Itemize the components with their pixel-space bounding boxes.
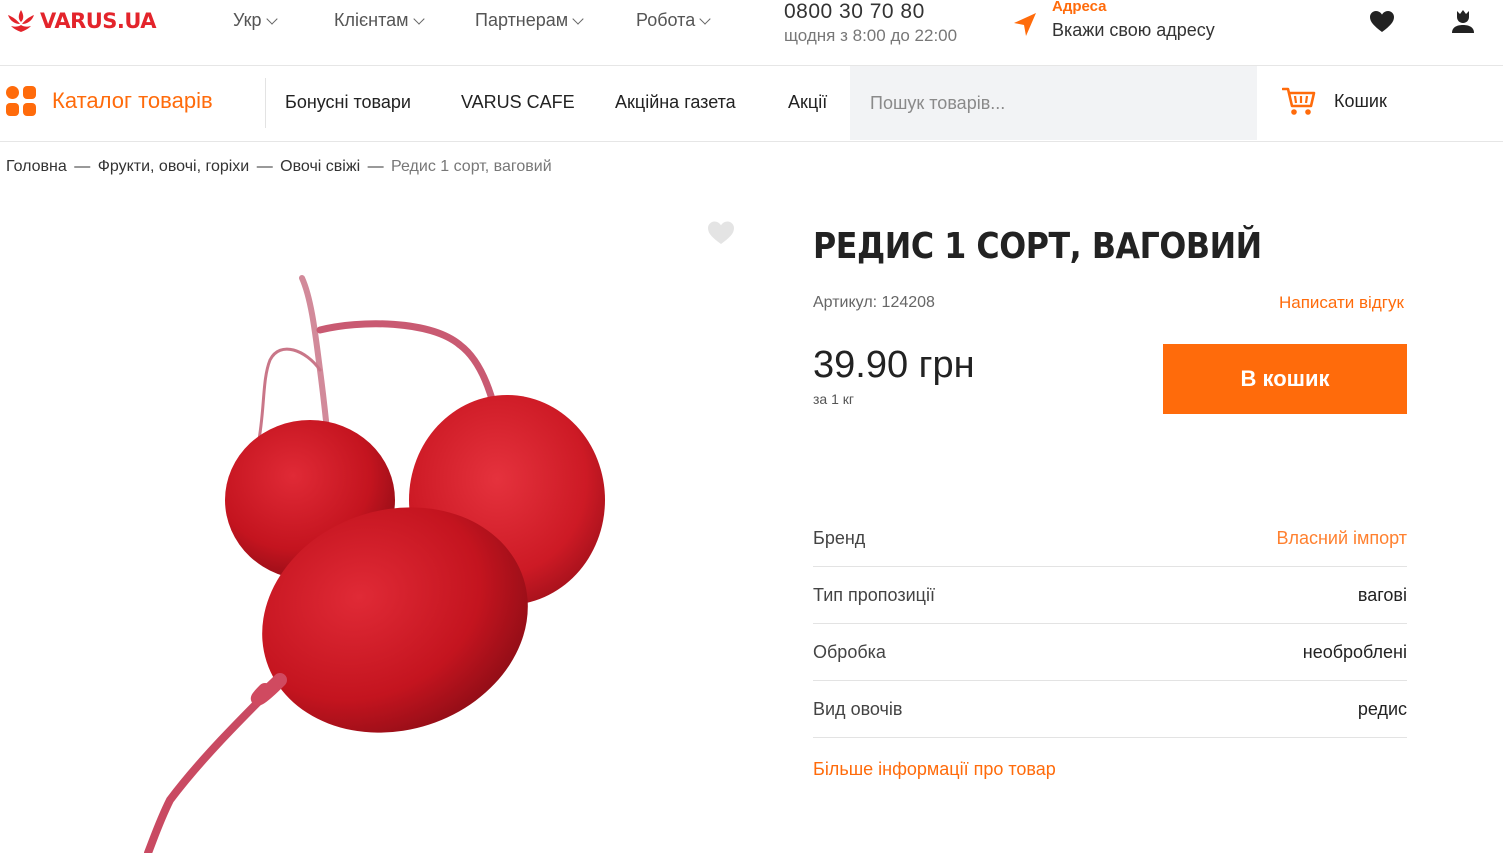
menu-clients-label: Клієнтам (334, 10, 409, 30)
heart-icon[interactable] (1369, 10, 1395, 34)
language-label: Укр (233, 10, 262, 30)
breadcrumb-home[interactable]: Головна (6, 158, 67, 175)
product-specs: Бренд Власний імпорт Тип пропозиції ваго… (813, 510, 1407, 738)
breadcrumb-separator: — (367, 158, 384, 175)
spec-value: редис (1357, 698, 1407, 719)
top-header: VARUS.UA Укр Клієнтам Партнерам Робота 0… (0, 0, 1503, 66)
price-unit: за 1 кг (813, 391, 855, 407)
chevron-down-icon (412, 12, 425, 25)
chevron-down-icon (699, 12, 711, 25)
product-title: РЕДИС 1 СОРТ, ВАГОВИЙ (813, 226, 1262, 267)
nav-promo-newspaper[interactable]: Акційна газета (615, 92, 736, 113)
nav-promotions[interactable]: Акції (788, 92, 827, 113)
menu-clients[interactable]: Клієнтам (334, 10, 425, 31)
working-hours: щодня з 8:00 до 22:00 (784, 26, 958, 45)
chevron-down-icon (265, 12, 278, 25)
add-to-cart-button[interactable]: В кошик (1163, 344, 1407, 414)
add-to-favorites-heart-icon[interactable] (707, 220, 735, 246)
catalog-label: Каталог товарів (52, 88, 213, 113)
spec-row-brand: Бренд Власний імпорт (813, 510, 1407, 567)
breadcrumb-separator: — (74, 158, 91, 175)
spec-value-brand-link[interactable]: Власний імпорт (1276, 528, 1407, 549)
write-review-link[interactable]: Написати відгук (1279, 293, 1404, 313)
product-image (144, 275, 605, 853)
cart-button[interactable]: Кошик (1282, 84, 1387, 118)
spec-row-vegetable-type: Вид овочів редис (813, 681, 1407, 738)
site-logo[interactable]: VARUS.UA (6, 8, 157, 34)
breadcrumb-category[interactable]: Фрукти, овочі, горіхи (98, 158, 250, 175)
menu-work-label: Робота (636, 10, 696, 30)
search-input[interactable] (870, 88, 1240, 118)
menu-work[interactable]: Робота (636, 10, 711, 31)
more-product-info-link[interactable]: Більше інформації про товар (813, 759, 1056, 780)
search-box (850, 66, 1257, 140)
address-title: Адреса (1052, 0, 1107, 15)
nav-divider (265, 78, 266, 128)
language-selector[interactable]: Укр (233, 10, 278, 31)
product-price: 39.90 грн (813, 344, 975, 386)
menu-partners[interactable]: Партнерам (475, 10, 584, 31)
nav-bonus-products[interactable]: Бонусні товари (285, 92, 411, 113)
user-icon[interactable] (1450, 8, 1476, 34)
spec-name: Тип пропозиції (813, 584, 935, 605)
cart-label: Кошик (1334, 90, 1387, 111)
spec-name: Бренд (813, 527, 866, 548)
cart-icon (1282, 87, 1316, 115)
spec-row-offer-type: Тип пропозиції вагові (813, 567, 1407, 624)
breadcrumb-separator: — (256, 158, 273, 175)
address-prompt: Вкажи свою адресу (1052, 20, 1215, 40)
spec-name: Обробка (813, 641, 886, 662)
product-sku: Артикул: 124208 (813, 294, 935, 311)
address-selector[interactable]: Адреса Вкажи свою адресу (1010, 0, 1215, 40)
chevron-down-icon (572, 12, 584, 25)
spec-value: необроблені (1302, 641, 1407, 662)
logo-text: VARUS.UA (40, 9, 157, 33)
menu-partners-label: Партнерам (475, 10, 569, 30)
main-navbar: Каталог товарів Бонусні товари VARUS CAF… (0, 66, 1503, 142)
location-arrow-icon (1014, 13, 1036, 36)
spec-row-processing: Обробка необроблені (813, 624, 1407, 681)
varus-logo-icon (8, 10, 34, 32)
nav-varus-cafe[interactable]: VARUS CAFE (461, 92, 575, 113)
breadcrumb-current: Редис 1 сорт, ваговий (391, 158, 552, 175)
phone-number[interactable]: 0800 30 70 80 (784, 0, 957, 24)
spec-value: вагові (1357, 584, 1407, 605)
breadcrumb-subcategory[interactable]: Овочі свіжі (280, 158, 360, 175)
breadcrumb: Головна — Фрукти, овочі, горіхи — Овочі … (6, 158, 552, 176)
spec-name: Вид овочів (813, 698, 903, 719)
contact-block: 0800 30 70 80 щодня з 8:00 до 22:00 (784, 0, 957, 46)
catalog-grid-icon (6, 86, 36, 116)
catalog-button[interactable]: Каталог товарів (6, 86, 213, 116)
